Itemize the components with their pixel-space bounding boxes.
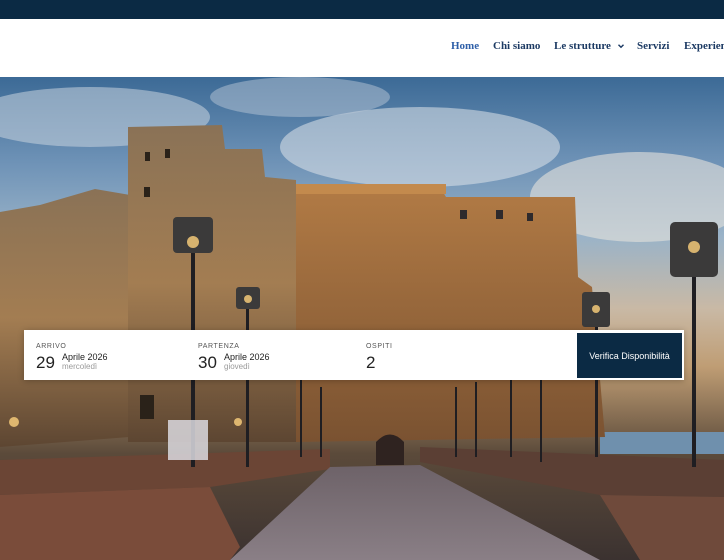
- nav-item-le-strutture[interactable]: Le strutture: [554, 40, 625, 52]
- departure-day: 30: [198, 353, 217, 372]
- arrival-day: 29: [36, 353, 55, 372]
- nav-item-chi-siamo[interactable]: Chi siamo: [493, 40, 540, 52]
- departure-label: PARTENZA: [198, 343, 240, 350]
- guests-value: 2: [366, 353, 376, 372]
- arrival-weekday: mercoledì: [62, 362, 98, 371]
- main-navigation: Home Chi siamo Le strutture Servizi Expe…: [0, 19, 724, 77]
- arrival-date-field[interactable]: ARRIVO 29 Aprile 2026 mercoledì: [24, 330, 184, 380]
- hero-image: [0, 77, 724, 560]
- nav-item-experiences[interactable]: Experien: [684, 40, 724, 52]
- nav-item-home[interactable]: Home: [451, 40, 479, 52]
- guests-label: OSPITI: [366, 343, 393, 350]
- departure-month: Aprile 2026: [224, 352, 270, 362]
- departure-weekday: giovedì: [224, 362, 250, 371]
- departure-date-field[interactable]: PARTENZA 30 Aprile 2026 giovedì: [186, 330, 352, 380]
- check-availability-button[interactable]: Verifica Disponibilità: [577, 333, 682, 378]
- arrival-month: Aprile 2026: [62, 352, 108, 362]
- nav-item-servizi[interactable]: Servizi: [637, 40, 669, 52]
- arrival-label: ARRIVO: [36, 343, 67, 350]
- castel-dell-ovo-scene: [0, 77, 724, 560]
- chevron-down-icon: [617, 42, 625, 50]
- top-bar: [0, 0, 724, 19]
- booking-bar: ARRIVO 29 Aprile 2026 mercoledì PARTENZA…: [24, 330, 684, 380]
- nav-item-label: Le strutture: [554, 40, 611, 52]
- guests-field[interactable]: OSPITI 2: [354, 330, 569, 380]
